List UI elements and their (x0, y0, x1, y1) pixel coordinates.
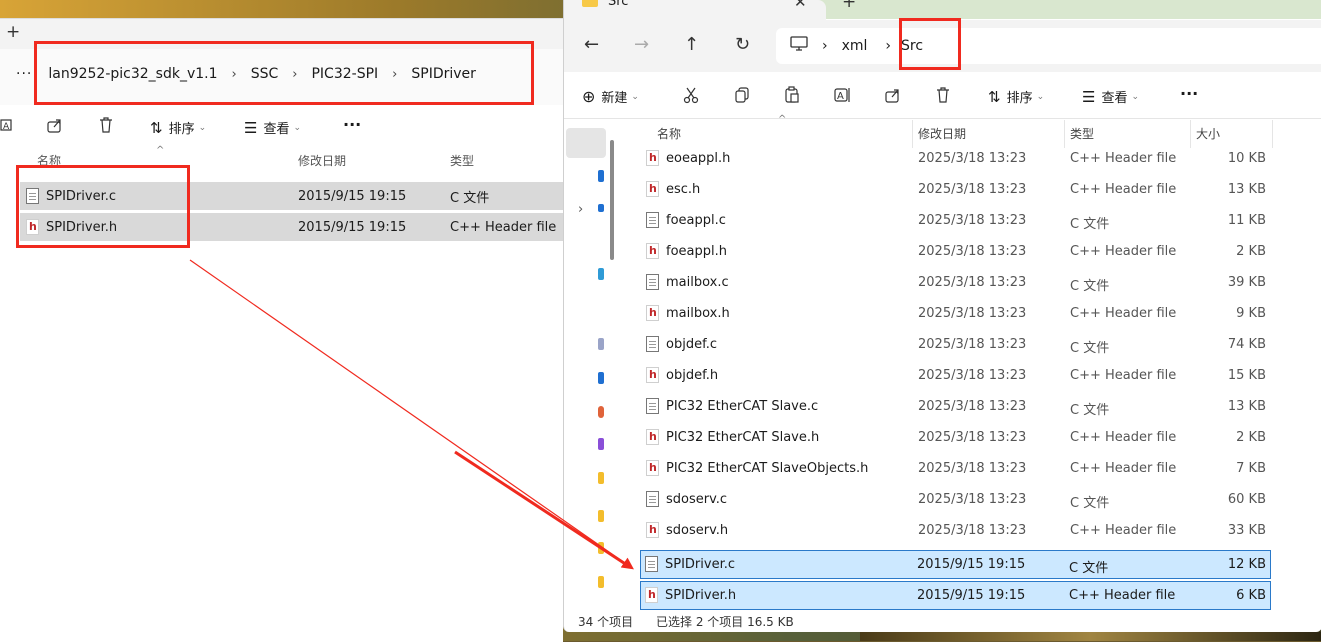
annotation-arrow (189, 259, 634, 570)
